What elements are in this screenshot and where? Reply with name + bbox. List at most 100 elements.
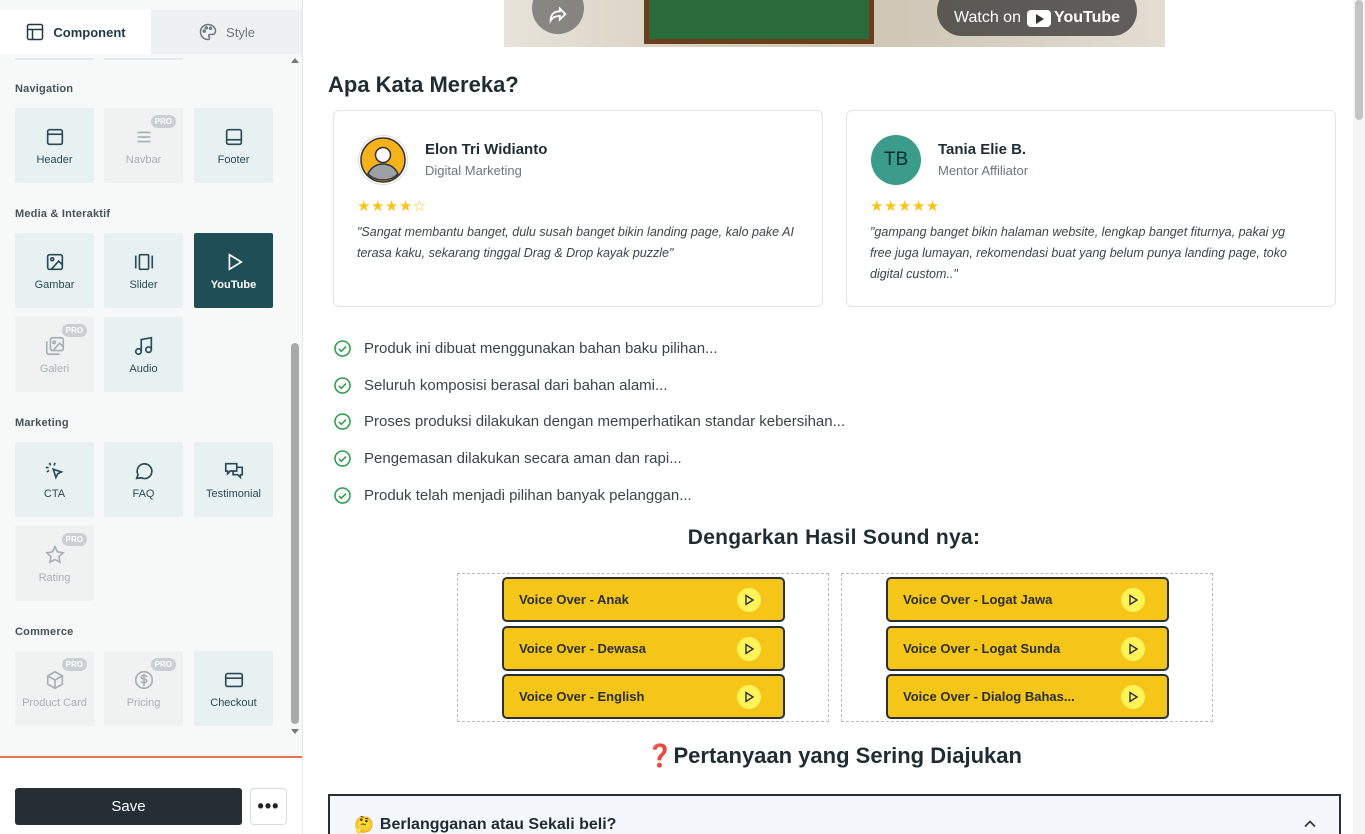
scroll-up-arrow-icon[interactable] [291, 58, 299, 63]
sidebar-scrollbar[interactable] [290, 58, 300, 738]
component-faq-label: FAQ [132, 487, 155, 500]
audio-label: Voice Over - Dialog Bahas... [903, 689, 1075, 704]
component-navbar[interactable]: PRO Navbar [104, 108, 183, 183]
component-audio-label: Audio [129, 362, 158, 375]
audio-play-button[interactable]: Voice Over - Logat Sunda [886, 626, 1169, 671]
play-icon [737, 588, 761, 612]
check-circle-icon [334, 413, 351, 431]
testimonial-card[interactable]: Elon Tri Widianto Digital Marketing ★★★★… [333, 110, 823, 307]
testimonials-heading: Apa Kata Mereka? [328, 72, 519, 97]
box-icon [46, 670, 63, 689]
play-icon [737, 685, 761, 709]
sidebar-tabs: Component Style [0, 10, 302, 54]
scroll-down-arrow-icon[interactable] [291, 729, 299, 734]
component-testimonial[interactable]: Testimonial [194, 442, 273, 517]
audio-play-button[interactable]: Voice Over - English [502, 674, 785, 719]
chevron-up-icon[interactable] [1303, 817, 1317, 831]
component-gambar[interactable]: Gambar [15, 233, 94, 308]
pro-badge: PRO [61, 324, 87, 337]
list-item-text: Proses produksi dilakukan dengan memperh… [364, 413, 846, 431]
tab-style-label: Style [226, 24, 255, 40]
component-slider[interactable]: Slider [104, 233, 183, 308]
star-rating: ★★★★☆ [357, 198, 427, 215]
component-faq[interactable]: FAQ [104, 442, 183, 517]
watch-on-youtube-button[interactable]: Watch on YouTube [937, 0, 1137, 36]
list-item: Produk ini dibuat menggunakan bahan baku… [333, 330, 845, 367]
star-rating: ★★★★★ [870, 198, 940, 215]
cursor-click-icon [45, 461, 64, 480]
audio-label: Voice Over - Logat Sunda [903, 641, 1061, 656]
component-galeri[interactable]: PRO Galeri [15, 317, 94, 392]
component-product-card[interactable]: PRO Product Card [15, 651, 94, 726]
chat-bubble-icon [134, 462, 153, 479]
tile-stub [104, 58, 183, 60]
pro-badge: PRO [61, 658, 87, 671]
component-list: Navigation Header PRO Navbar Footer Medi… [0, 58, 290, 738]
audio-play-button[interactable]: Voice Over - Dewasa [502, 626, 785, 671]
list-item-text: Produk ini dibuat menggunakan bahan baku… [364, 339, 718, 357]
youtube-embed[interactable]: Watch on YouTube [504, 0, 1165, 47]
component-youtube[interactable]: YouTube [194, 233, 273, 308]
component-checkout[interactable]: Checkout [194, 651, 273, 726]
user-avatar-icon [360, 137, 406, 183]
component-header[interactable]: Header [15, 108, 94, 183]
tab-style[interactable]: Style [151, 10, 302, 54]
component-rating[interactable]: PRO Rating [15, 526, 94, 601]
play-icon [1121, 685, 1145, 709]
chat-quote-icon [224, 462, 243, 479]
section-title-media: Media & Interaktif [15, 208, 111, 220]
faq-question-text: Berlangganan atau Sekali beli? [379, 816, 617, 833]
list-item-text: Seluruh komposisi berasal dari bahan ala… [364, 376, 668, 394]
audio-group-left: Voice Over - Anak Voice Over - Dewasa Vo… [457, 573, 829, 722]
more-options-button[interactable]: ••• [250, 788, 287, 825]
component-testimonial-label: Testimonial [205, 487, 262, 500]
play-icon [737, 637, 761, 661]
section-title-marketing: Marketing [15, 417, 69, 429]
component-pricing[interactable]: PRO Pricing [104, 651, 183, 726]
share-icon [549, 6, 567, 24]
check-circle-icon [334, 376, 351, 394]
audio-play-button[interactable]: Voice Over - Dialog Bahas... [886, 674, 1169, 719]
star-icon [44, 544, 65, 564]
scrollbar-thumb[interactable] [291, 343, 299, 724]
section-title-commerce: Commerce [15, 626, 74, 638]
audio-play-button[interactable]: Voice Over - Logat Jawa [886, 577, 1169, 622]
app-window: Component Style Navigation Header PRO Na… [0, 0, 1365, 834]
question-mark-icon: ❓ [646, 743, 674, 768]
list-item-text: Pengemasan dilakukan secara aman dan rap… [364, 449, 682, 467]
testimonial-quote: "Sangat membantu banget, dulu susah bang… [357, 225, 794, 260]
sidebar-footer: Save ••• [0, 756, 302, 834]
faq-accordion-item[interactable]: 🤔 Berlangganan atau Sekali beli? [328, 794, 1341, 834]
component-footer[interactable]: Footer [194, 108, 273, 183]
component-sidebar: Component Style Navigation Header PRO Na… [0, 0, 303, 834]
pro-badge: PRO [150, 115, 176, 128]
pro-badge: PRO [61, 533, 87, 546]
list-item: Produk telah menjadi pilihan banyak pela… [333, 477, 845, 514]
testimonial-name: Tania Elie B. [938, 141, 1027, 158]
thinking-face-icon: 🤔 [354, 817, 374, 834]
audio-play-button[interactable]: Voice Over - Anak [502, 577, 785, 622]
slider-icon [134, 253, 153, 270]
component-header-label: Header [36, 153, 73, 166]
check-circle-icon [334, 450, 351, 467]
youtube-logo: YouTube [1026, 9, 1120, 27]
component-cta-label: CTA [43, 487, 66, 500]
tab-component-label: Component [53, 24, 126, 40]
page-scrollbar[interactable] [1353, 0, 1365, 834]
testimonial-role: Mentor Affiliator [938, 163, 1029, 178]
testimonial-card[interactable]: TB Tania Elie B. Mentor Affiliator ★★★★★… [846, 110, 1336, 307]
component-audio[interactable]: Audio [104, 317, 183, 392]
watch-on-label: Watch on [953, 9, 1021, 26]
list-item: Proses produksi dilakukan dengan memperh… [333, 403, 845, 440]
component-cta[interactable]: CTA [15, 442, 94, 517]
share-button[interactable] [532, 0, 584, 34]
avatar [358, 135, 408, 185]
page-scrollbar-thumb[interactable] [1355, 0, 1363, 120]
video-thumbnail-board [644, 0, 874, 44]
save-button[interactable]: Save [15, 788, 242, 825]
header-icon [46, 128, 63, 145]
avatar: TB [871, 135, 921, 185]
tab-component[interactable]: Component [0, 10, 151, 54]
card-icon [224, 672, 243, 687]
feature-checklist: Produk ini dibuat menggunakan bahan baku… [333, 330, 845, 513]
